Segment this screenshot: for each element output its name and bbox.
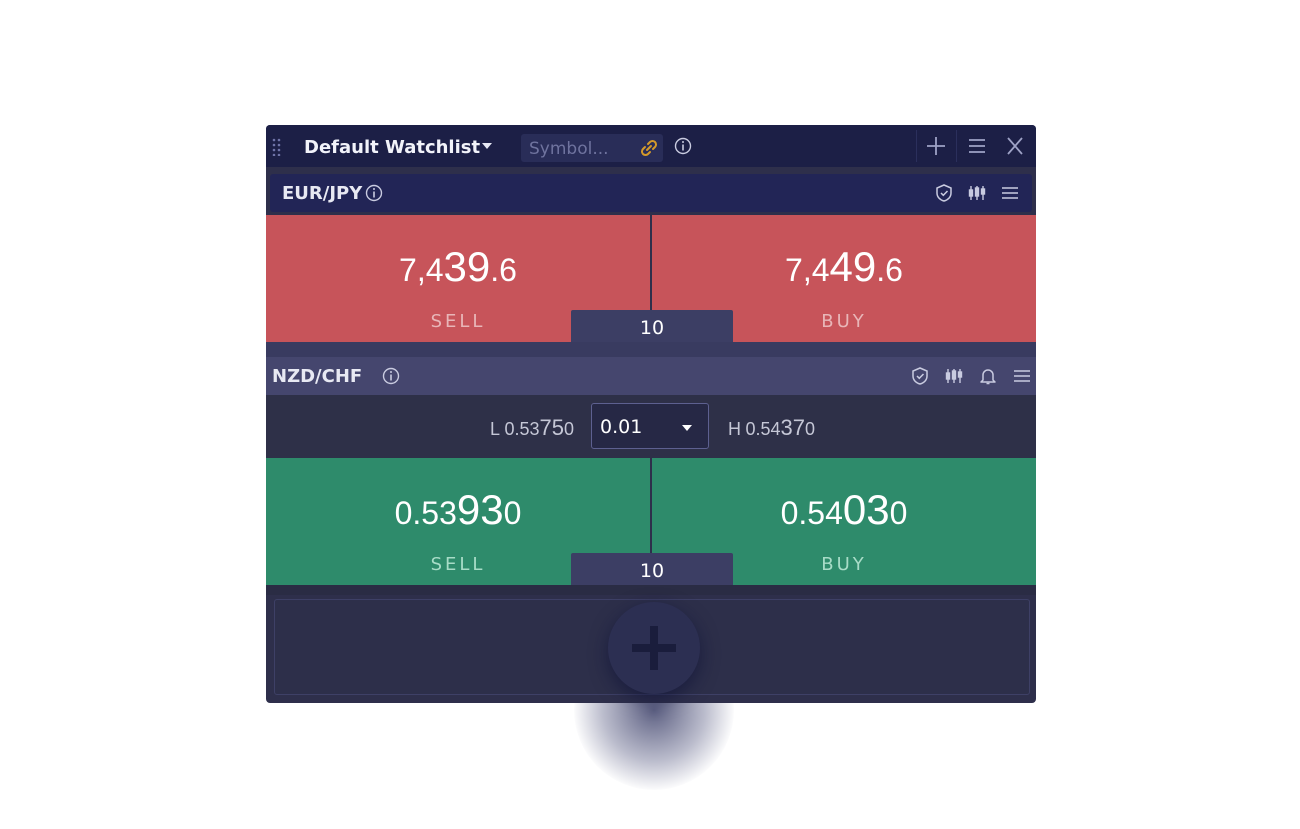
buy-price: 0.54030 xyxy=(780,486,908,533)
info-icon[interactable] xyxy=(381,366,401,386)
quantity-tab[interactable]: 10 xyxy=(571,553,733,586)
shield-icon[interactable] xyxy=(934,183,954,203)
plus-icon xyxy=(632,626,676,670)
high-low-row: L 0.53750 0.01 H 0.54370 xyxy=(266,395,1036,458)
watchlist-title[interactable]: Default Watchlist xyxy=(304,137,480,158)
instrument-name[interactable]: NZD/CHF xyxy=(272,366,362,387)
close-icon xyxy=(1007,137,1023,155)
section-divider xyxy=(266,342,1036,357)
link-icon[interactable] xyxy=(639,138,659,158)
shield-icon[interactable] xyxy=(910,366,930,386)
add-instrument-button[interactable] xyxy=(917,130,955,162)
close-button[interactable] xyxy=(996,130,1034,162)
menu-icon[interactable] xyxy=(1012,366,1032,386)
section-divider xyxy=(266,585,1036,595)
candlestick-icon[interactable] xyxy=(944,366,964,386)
watchlist-menu-button[interactable] xyxy=(958,130,996,162)
buy-price: 7,449.6 xyxy=(785,243,903,290)
caret-down-icon[interactable] xyxy=(482,143,492,149)
watchlist-toolbar: Default Watchlist xyxy=(266,125,1036,167)
amount-value: 0.01 xyxy=(600,416,643,438)
low-price: L 0.53750 xyxy=(489,415,574,440)
instrument-header-eurjpy: EUR/JPY xyxy=(270,174,1032,212)
instrument-header-nzdchf: NZD/CHF xyxy=(266,357,1036,395)
add-instrument-fab[interactable] xyxy=(608,602,700,694)
high-price: H 0.54370 xyxy=(728,415,815,440)
sell-price: 7,439.6 xyxy=(399,243,517,290)
chevron-down-icon xyxy=(682,425,692,431)
candlestick-icon[interactable] xyxy=(967,183,987,203)
menu-icon[interactable] xyxy=(1000,183,1020,203)
toolbar-divider xyxy=(956,130,957,162)
amount-select[interactable]: 0.01 xyxy=(591,403,709,449)
info-icon[interactable] xyxy=(674,137,692,155)
quantity-tab[interactable]: 10 xyxy=(571,310,733,343)
sell-price: 0.53930 xyxy=(394,486,522,533)
drag-grip-icon[interactable] xyxy=(272,138,281,157)
instrument-name[interactable]: EUR/JPY xyxy=(282,183,362,204)
bell-icon[interactable] xyxy=(978,366,998,386)
symbol-input[interactable] xyxy=(527,138,631,160)
menu-icon xyxy=(969,139,985,153)
symbol-search-box xyxy=(521,134,663,162)
info-icon[interactable] xyxy=(364,183,384,203)
plus-icon xyxy=(927,137,945,155)
